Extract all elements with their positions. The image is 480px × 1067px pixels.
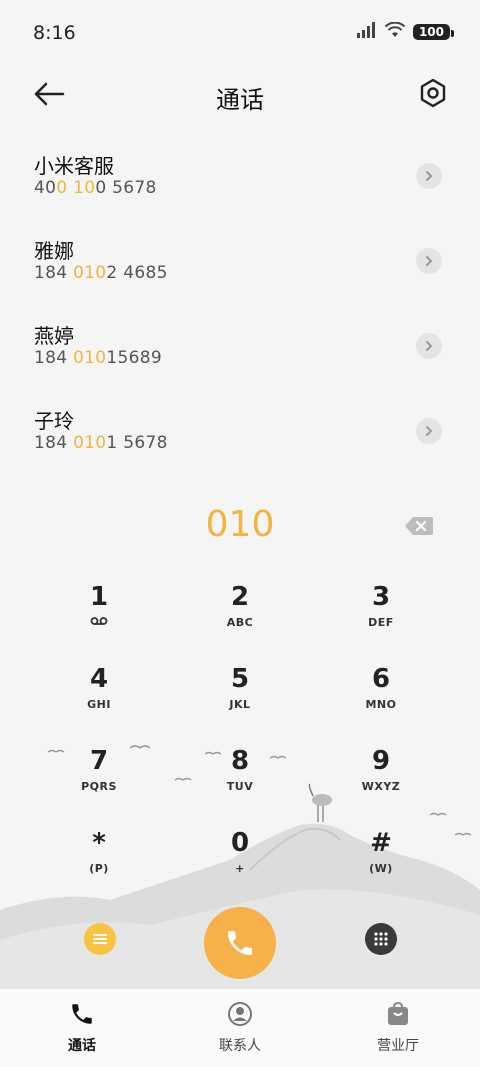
call-button[interactable] — [204, 907, 276, 979]
page-title: 通话 — [216, 86, 264, 114]
key-7[interactable]: 7 PQRS — [29, 744, 169, 814]
key-9[interactable]: 9 WXYZ — [311, 744, 451, 814]
dialpad-dots-icon — [374, 932, 388, 946]
phone-icon — [22, 999, 142, 1029]
contact-suggestion-list: 小米客服 400 100 5678 雅娜 184 0102 4685 燕婷 18… — [0, 140, 480, 480]
settings-button[interactable] — [416, 76, 450, 110]
nav-label: 联系人 — [219, 1038, 261, 1054]
key-3[interactable]: 3 DEF — [311, 580, 451, 650]
nav-tab-service-hall[interactable]: 营业厅 — [338, 999, 458, 1055]
backspace-icon — [405, 517, 433, 535]
chevron-right-icon — [426, 426, 433, 436]
contact-detail-button[interactable] — [416, 418, 442, 444]
contact-row[interactable]: 小米客服 400 100 5678 — [0, 140, 480, 225]
key-5[interactable]: 5 JKL — [170, 662, 310, 732]
status-icons: 100 — [356, 21, 455, 42]
contact-number: 400 100 5678 — [34, 178, 157, 198]
key-6[interactable]: 6 MNO — [311, 662, 451, 732]
chevron-right-icon — [426, 341, 433, 351]
contact-name: 雅娜 — [34, 239, 74, 263]
phone-icon — [228, 931, 252, 955]
key-8[interactable]: 8 TUV — [170, 744, 310, 814]
contact-row[interactable]: 子玲 184 0101 5678 — [0, 395, 480, 480]
dial-display: 010 — [0, 502, 480, 552]
key-1[interactable]: 1 — [29, 580, 169, 650]
contact-detail-button[interactable] — [416, 248, 442, 274]
chevron-right-icon — [426, 171, 433, 181]
contact-number: 184 0101 5678 — [34, 433, 168, 453]
contact-name: 燕婷 — [34, 324, 74, 348]
settings-hexagon-icon — [420, 78, 446, 108]
voicemail-icon — [29, 616, 169, 629]
nav-tab-contacts[interactable]: 联系人 — [180, 999, 300, 1055]
key-2[interactable]: 2 ABC — [170, 580, 310, 650]
call-action-row — [0, 905, 480, 985]
wifi-icon — [384, 21, 406, 42]
signal-icon — [356, 22, 377, 42]
contact-name: 小米客服 — [34, 154, 114, 178]
chevron-right-icon — [426, 256, 433, 266]
nav-tab-calls[interactable]: 通话 — [22, 999, 142, 1055]
key-hash[interactable]: # (W) — [311, 826, 451, 896]
person-icon — [180, 999, 300, 1029]
contact-detail-button[interactable] — [416, 163, 442, 189]
menu-button[interactable] — [84, 923, 116, 955]
nav-label: 通话 — [68, 1038, 96, 1054]
contact-number: 184 0102 4685 — [34, 263, 168, 283]
bottom-navigation: 通话 联系人 营业厅 — [0, 989, 480, 1067]
key-4[interactable]: 4 GHI — [29, 662, 169, 732]
contact-row[interactable]: 雅娜 184 0102 4685 — [0, 225, 480, 310]
keypad-toggle-button[interactable] — [365, 923, 397, 955]
status-time: 8:16 — [33, 22, 76, 44]
contact-row[interactable]: 燕婷 184 01015689 — [0, 310, 480, 395]
contact-name: 子玲 — [34, 409, 74, 433]
key-0[interactable]: 0 + — [170, 826, 310, 896]
key-star[interactable]: * (P) — [29, 826, 169, 896]
app-header: 通话 — [0, 66, 480, 126]
backspace-button[interactable] — [404, 516, 434, 536]
contact-detail-button[interactable] — [416, 333, 442, 359]
shop-bag-icon — [338, 999, 458, 1029]
contact-number: 184 01015689 — [34, 348, 163, 368]
battery-indicator: 100 — [412, 24, 455, 40]
nav-label: 营业厅 — [377, 1038, 419, 1054]
menu-lines-icon — [93, 934, 107, 944]
status-bar: 8:16 100 — [0, 0, 480, 66]
